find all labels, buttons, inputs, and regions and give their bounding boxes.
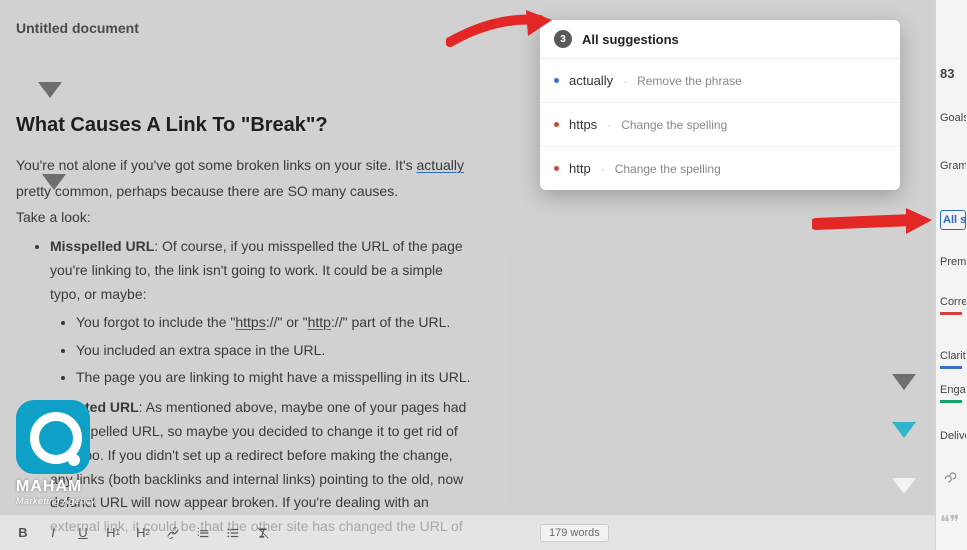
annotation-triangle-icon	[892, 374, 916, 390]
bold-button[interactable]: B	[10, 521, 36, 545]
suggestion-separator: ·	[601, 162, 605, 176]
overall-score[interactable]: 83	[940, 66, 966, 81]
suggestions-count-badge: 3	[554, 30, 572, 48]
flagged-word-https[interactable]: https	[235, 314, 265, 330]
list-item: Misspelled URL: Of course, if you misspe…	[50, 235, 476, 390]
quote-icon[interactable]: ❝❞	[940, 512, 966, 533]
logo-mark-icon	[16, 400, 90, 474]
annotation-triangle-icon	[892, 422, 916, 438]
suggestion-item[interactable]: https · Change the spelling	[540, 103, 900, 147]
watermark-logo: MAHAM Marketing Agency	[16, 400, 96, 506]
suggestion-separator: ·	[607, 118, 611, 132]
list-item: You forgot to include the "https://" or …	[76, 311, 476, 335]
correctness-button[interactable]: Correctness	[940, 296, 966, 308]
suggestion-word: http	[569, 161, 591, 176]
suggestions-title: All suggestions	[582, 32, 679, 47]
clarity-bar-icon	[940, 366, 962, 369]
list-item-text: You forgot to include the "	[76, 314, 235, 330]
all-suggestions-button[interactable]: All suggestions	[940, 210, 966, 230]
suggestion-dot-icon	[554, 78, 559, 83]
delivery-button[interactable]: Delivery	[940, 430, 966, 442]
grammarly-label: Grammar	[940, 160, 966, 172]
heading2-button[interactable]: H2	[130, 521, 156, 545]
logo-text: MAHAM	[16, 478, 96, 496]
numbered-list-button[interactable]	[190, 521, 216, 545]
suggestion-word: https	[569, 117, 597, 132]
link-button[interactable]	[160, 521, 186, 545]
body-text: You're not alone if you've got some brok…	[16, 157, 417, 173]
suggestions-popover: 3 All suggestions actually · Remove the …	[540, 20, 900, 190]
suggestions-header: 3 All suggestions	[540, 20, 900, 59]
list-item: You included an extra space in the URL.	[76, 339, 476, 363]
suggestion-dot-icon	[554, 166, 559, 171]
annotation-triangle-icon	[42, 174, 66, 190]
word-count[interactable]: 179 words	[540, 524, 609, 542]
suggestion-desc: Change the spelling	[621, 118, 727, 132]
format-toolbar: B I U H1 H2 179 words	[0, 514, 935, 550]
engagement-bar-icon	[940, 400, 962, 403]
suggestion-desc: Change the spelling	[615, 162, 721, 176]
suggestion-item[interactable]: http · Change the spelling	[540, 147, 900, 190]
heading1-button[interactable]: H1	[100, 521, 126, 545]
annotation-triangle-icon	[892, 478, 916, 494]
engagement-button[interactable]: Engagement	[940, 384, 966, 396]
plagiarism-icon[interactable]	[940, 472, 966, 489]
suggestion-separator: ·	[623, 74, 627, 88]
italic-button[interactable]: I	[40, 521, 66, 545]
annotation-triangle-icon	[38, 82, 62, 98]
right-rail: 83 Goals Grammar All suggestions Premium…	[935, 0, 967, 550]
flagged-word-http[interactable]: http	[308, 314, 331, 330]
arrow-annotation-icon	[446, 6, 556, 50]
document-heading: What Causes A Link To "Break"?	[16, 114, 328, 137]
flagged-word-actually[interactable]: actually	[417, 157, 464, 173]
goals-button[interactable]: Goals	[940, 112, 966, 124]
list-item-bold: Misspelled URL	[50, 238, 154, 254]
suggestion-word: actually	[569, 73, 613, 88]
underline-button[interactable]: U	[70, 521, 96, 545]
app-stage: Untitled document What Causes A Link To …	[0, 0, 967, 550]
list-item-text: ://" part of the URL.	[331, 314, 450, 330]
suggestion-dot-icon	[554, 122, 559, 127]
body-text: pretty common, perhaps because there are…	[16, 180, 476, 204]
logo-subtext: Marketing Agency	[16, 496, 96, 506]
body-text: Take a look:	[16, 206, 476, 230]
bullet-list-button[interactable]	[220, 521, 246, 545]
suggestion-item[interactable]: actually · Remove the phrase	[540, 59, 900, 103]
clarity-button[interactable]: Clarity	[940, 350, 966, 362]
list-item: The page you are linking to might have a…	[76, 366, 476, 390]
list-item-text: ://" or "	[266, 314, 308, 330]
suggestion-desc: Remove the phrase	[637, 74, 742, 88]
arrow-annotation-icon	[812, 206, 934, 240]
correctness-bar-icon	[940, 312, 962, 315]
premium-button[interactable]: Premium	[940, 256, 966, 268]
clear-format-button[interactable]	[250, 521, 276, 545]
